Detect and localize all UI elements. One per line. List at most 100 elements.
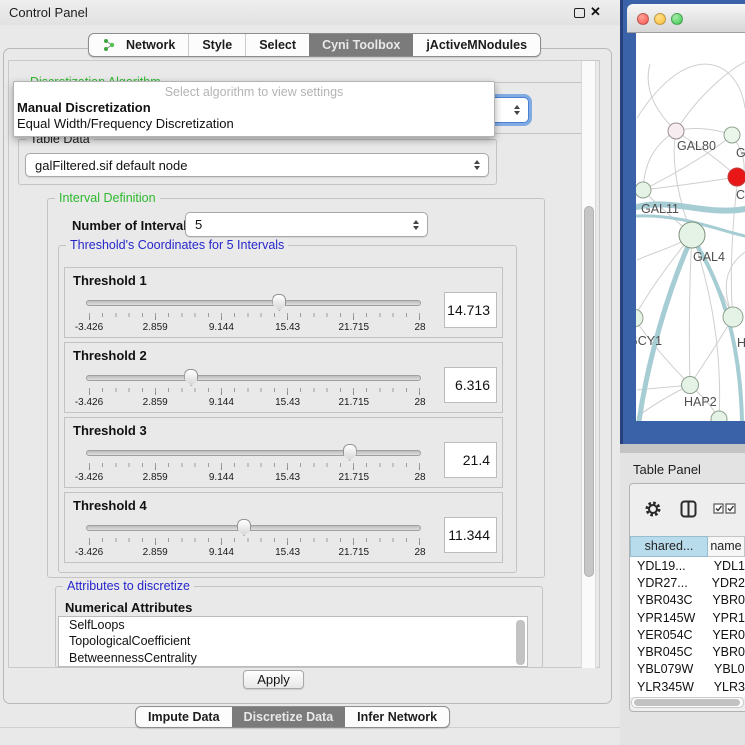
network-canvas[interactable]: GAL80GACGAL11GAL4GCY1HHAP2 xyxy=(636,33,745,421)
threshold-value-field[interactable]: 21.4 xyxy=(444,442,497,478)
cell-shared-name[interactable]: YER054C xyxy=(630,628,706,642)
network-edge[interactable] xyxy=(676,62,745,131)
network-node[interactable] xyxy=(724,127,740,143)
slider-knob[interactable] xyxy=(272,294,286,311)
cell-shared-name[interactable]: YDL19... xyxy=(630,559,708,573)
bottom-tab-impute-data[interactable]: Impute Data xyxy=(136,707,232,727)
checkbox-icon[interactable] xyxy=(725,503,736,514)
network-node[interactable] xyxy=(723,307,743,327)
network-edge[interactable] xyxy=(636,318,690,385)
dropdown-item-manual-discretization[interactable]: Manual Discretization xyxy=(14,100,494,116)
network-node[interactable] xyxy=(636,182,651,198)
network-edge[interactable] xyxy=(690,317,733,385)
tab-label: Network xyxy=(126,38,175,52)
table-row[interactable]: YDR27...YDR2 xyxy=(630,574,745,591)
column-header-shared-name[interactable]: shared... xyxy=(630,536,708,557)
numerical-attributes-list[interactable]: SelfLoopsTopologicalCoefficientBetweenne… xyxy=(58,616,528,667)
slider-tick-label: 15.43 xyxy=(275,472,300,483)
close-icon[interactable]: ✕ xyxy=(590,4,601,20)
cell-name[interactable]: YDR2 xyxy=(706,576,745,590)
network-edge[interactable] xyxy=(689,235,692,385)
network-thick-edge[interactable] xyxy=(639,237,692,421)
threshold-slider-track[interactable] xyxy=(86,375,421,381)
attribute-item-betweennesscentrality[interactable]: BetweennessCentrality xyxy=(59,650,527,666)
tab-style[interactable]: Style xyxy=(188,34,245,56)
checkbox-icon[interactable] xyxy=(713,503,724,514)
table-data-combobox[interactable]: galFiltered.sif default node xyxy=(25,153,489,177)
panel-scrollbar-thumb[interactable] xyxy=(584,206,594,577)
bottom-tab-infer-network[interactable]: Infer Network xyxy=(345,707,449,727)
threshold-slider-track[interactable] xyxy=(86,450,421,456)
table-row[interactable]: YDL19...YDL1 xyxy=(630,557,745,574)
threshold-value-field[interactable]: 14.713 xyxy=(444,292,497,328)
cell-shared-name[interactable]: YPR145W xyxy=(630,611,706,625)
threshold-value-field[interactable]: 11.344 xyxy=(444,517,497,553)
node-label-ga: GA xyxy=(736,146,745,160)
slider-tick-label: 2.859 xyxy=(143,472,168,483)
cell-shared-name[interactable]: YBR045C xyxy=(630,645,706,659)
slider-knob[interactable] xyxy=(237,519,251,536)
node-label-gcy1: GCY1 xyxy=(636,334,662,348)
table-row[interactable]: YPR145WYPR1 xyxy=(630,609,745,626)
table-hscrollbar-thumb[interactable] xyxy=(634,699,740,706)
cell-name[interactable]: YDL1 xyxy=(708,559,745,573)
cell-name[interactable]: YLR3 xyxy=(708,680,745,694)
cell-shared-name[interactable]: YBL079W xyxy=(630,662,708,676)
table-row[interactable]: YLR345WYLR3 xyxy=(630,678,745,695)
cell-shared-name[interactable]: YDR27... xyxy=(630,576,706,590)
split-columns-icon[interactable] xyxy=(680,500,697,518)
table-hscrollbar[interactable] xyxy=(631,697,744,708)
network-edge[interactable] xyxy=(731,186,737,317)
dropdown-items: Manual DiscretizationEqual Width/Frequen… xyxy=(14,100,494,132)
network-edge[interactable] xyxy=(643,177,737,190)
slider-knob[interactable] xyxy=(343,444,357,461)
dropdown-item-equal-width-frequency-discretization[interactable]: Equal Width/Frequency Discretization xyxy=(14,116,494,132)
slider-tick-label: 21.715 xyxy=(339,322,370,333)
network-node[interactable] xyxy=(679,222,705,248)
network-thick-edge[interactable] xyxy=(694,240,742,421)
cell-name[interactable]: YBR0 xyxy=(706,645,745,659)
network-node[interactable] xyxy=(636,309,643,327)
table-row[interactable]: YER054CYER0 xyxy=(630,626,745,643)
cyni-bottom-tabs: Impute DataDiscretize DataInfer Network xyxy=(135,706,450,728)
table-row[interactable]: YBR045CYBR0 xyxy=(630,643,745,660)
network-node[interactable] xyxy=(682,377,699,394)
tab-select[interactable]: Select xyxy=(245,34,309,56)
gear-icon[interactable] xyxy=(644,500,662,518)
cell-name[interactable]: YBR0 xyxy=(706,593,745,607)
bottom-tab-discretize-data[interactable]: Discretize Data xyxy=(232,707,346,727)
network-node[interactable] xyxy=(711,411,727,421)
cell-shared-name[interactable]: YLR345W xyxy=(630,680,708,694)
panel-scrollbar[interactable] xyxy=(581,61,596,668)
float-icon[interactable] xyxy=(574,8,585,18)
column-header-name[interactable]: name xyxy=(708,536,745,557)
table-row[interactable]: YBR043CYBR0 xyxy=(630,592,745,609)
apply-button[interactable]: Apply xyxy=(243,670,304,689)
attribute-item-selfloops[interactable]: SelfLoops xyxy=(59,617,527,633)
minimize-traffic-light-icon[interactable] xyxy=(654,13,666,25)
threshold-value-field[interactable]: 6.316 xyxy=(444,367,497,403)
network-node[interactable] xyxy=(668,123,684,139)
zoom-traffic-light-icon[interactable] xyxy=(671,13,683,25)
tab-network[interactable]: Network xyxy=(89,34,188,56)
cell-name[interactable]: YBL0 xyxy=(708,662,745,676)
slider-minor-ticks xyxy=(89,388,421,392)
threshold-slider-track[interactable] xyxy=(86,525,421,531)
close-traffic-light-icon[interactable] xyxy=(637,13,649,25)
number-of-intervals-combobox[interactable]: 5 xyxy=(185,212,428,237)
list-scrollbar[interactable] xyxy=(516,620,525,665)
network-window-titlebar xyxy=(627,4,745,33)
table-rows: YDL19...YDL1YDR27...YDR2YBR043CYBR0YPR14… xyxy=(630,557,745,697)
cell-name[interactable]: YER0 xyxy=(706,628,745,642)
tab-cyni-toolbox[interactable]: Cyni Toolbox xyxy=(309,34,413,56)
network-node[interactable] xyxy=(728,168,745,186)
cell-shared-name[interactable]: YBR043C xyxy=(630,593,706,607)
threshold-panel-3: Threshold 3-3.4262.8599.14415.4321.71528… xyxy=(64,417,503,488)
slider-knob[interactable] xyxy=(184,369,198,386)
cell-name[interactable]: YPR1 xyxy=(706,611,745,625)
table-row[interactable]: YBL079WYBL0 xyxy=(630,661,745,678)
slider-tick-label: 15.43 xyxy=(275,397,300,408)
attribute-item-topologicalcoefficient[interactable]: TopologicalCoefficient xyxy=(59,633,527,649)
threshold-slider-track[interactable] xyxy=(86,300,421,306)
tab-jactivemnodules[interactable]: jActiveMNodules xyxy=(413,34,540,56)
